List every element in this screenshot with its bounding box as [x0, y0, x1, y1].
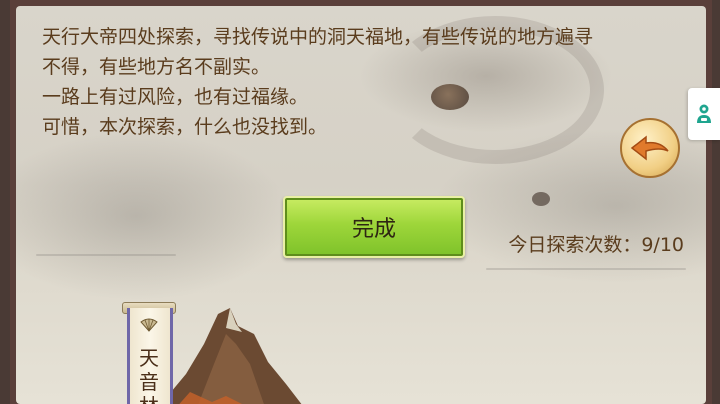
story-line: 不得，有些地方名不副实。: [42, 56, 271, 78]
story-text: 天行大帝四处探索，寻找传说中的洞天福地，有些传说的地方遍寻 不得，有些地方名不副…: [42, 22, 702, 142]
story-line: 可惜，本次探索，什么也没找到。: [42, 116, 328, 138]
location-name: 天音林: [139, 346, 159, 404]
back-arrow-icon: [630, 135, 669, 161]
mist-decoration: [36, 254, 176, 256]
back-button[interactable]: [620, 118, 680, 178]
small-orb-decoration: [532, 192, 550, 206]
mountain-illustration: [161, 308, 302, 404]
side-float-button[interactable]: [688, 88, 720, 140]
game-center-icon: [697, 104, 711, 123]
story-line: 一路上有过风险，也有过福缘。: [42, 86, 309, 108]
done-button[interactable]: 完成: [283, 196, 465, 258]
story-line: 天行大帝四处探索，寻找传说中的洞天福地，有些传说的地方遍寻: [42, 26, 594, 48]
mist-decoration: [486, 268, 686, 270]
exploration-panel: 天行大帝四处探索，寻找传说中的洞天福地，有些传说的地方遍寻 不得，有些地方名不副…: [16, 6, 706, 404]
daily-explore-count: 今日探索次数：9/10: [508, 234, 684, 256]
fan-icon: [140, 318, 158, 332]
